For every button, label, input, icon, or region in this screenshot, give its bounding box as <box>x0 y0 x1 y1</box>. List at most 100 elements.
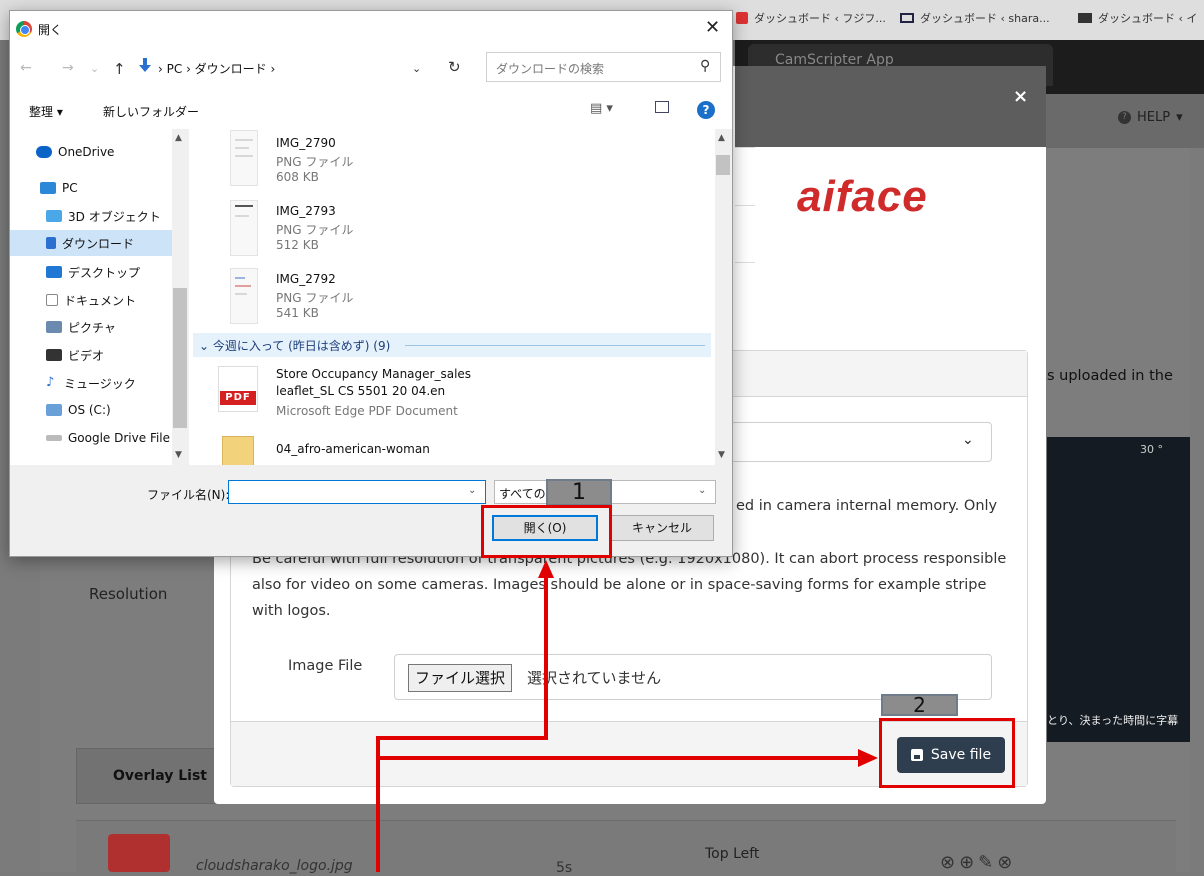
help-menu[interactable]: ? HELP ▾ <box>1118 110 1183 125</box>
video-icon <box>46 349 62 361</box>
dialog-close-button[interactable]: ✕ <box>705 17 720 38</box>
nav-item-onedrive[interactable]: OneDrive <box>10 139 172 165</box>
nav-item-documents[interactable]: ドキュメント <box>10 287 172 313</box>
file-name: IMG_2790 <box>276 136 336 150</box>
refresh-icon[interactable]: ↻ <box>448 58 461 76</box>
download-arrow-icon <box>139 58 151 72</box>
file-name: IMG_2793 <box>276 204 336 218</box>
storage-note: ed in camera internal memory. Only <box>736 498 998 514</box>
scroll-up-icon[interactable]: ▲ <box>718 133 725 143</box>
cancel-button[interactable]: キャンセル <box>610 515 714 541</box>
file-size: 541 KB <box>276 306 319 320</box>
step-badge-1: 1 <box>546 479 612 506</box>
overlay-duration: 5s <box>556 860 573 876</box>
nav-item-label: ピクチャ <box>68 320 116 335</box>
storage-select[interactable] <box>730 422 992 462</box>
chevron-down-icon[interactable]: ⌄ <box>468 485 476 496</box>
overlay-action-icons[interactable]: ⊗⊕✎⊗ <box>940 852 1016 873</box>
modal-close-button[interactable]: × <box>1013 86 1028 107</box>
file-item-img-2790[interactable] <box>190 129 710 191</box>
nav-item-label: OS (C:) <box>68 403 111 417</box>
nav-item-videos[interactable]: ビデオ <box>10 342 172 368</box>
crown-icon <box>1078 13 1092 23</box>
file-list-scrollbar[interactable] <box>715 129 731 465</box>
file-size: 512 KB <box>276 238 319 252</box>
overlay-position: Top Left <box>705 846 760 862</box>
pc-icon <box>40 182 56 194</box>
up-folder-icon[interactable]: ↑ <box>113 60 126 78</box>
view-options-icon[interactable]: ▤ ▾ <box>590 101 613 116</box>
overlay-thumbnail <box>108 834 170 872</box>
file-name: IMG_2792 <box>276 272 336 286</box>
path-text: PC › ダウンロード › <box>166 62 276 76</box>
image-file-label: Image File <box>288 658 363 674</box>
file-size: 608 KB <box>276 170 319 184</box>
help-label: HELP <box>1137 110 1171 125</box>
navigation-pane: OneDrive PC 3D オブジェクト ダウンロード デスクトップ ドキュメ… <box>10 129 188 465</box>
connector-line <box>376 756 860 760</box>
browser-tab[interactable]: ダッシュボード ‹ shara... <box>900 8 1050 28</box>
scroll-up-icon[interactable]: ▲ <box>175 133 182 143</box>
address-dropdown-icon[interactable]: ⌄ <box>412 62 421 75</box>
browser-tab-label: ダッシュボード ‹ イ <box>1098 12 1198 25</box>
back-arrow-icon[interactable]: ← <box>20 60 32 76</box>
nav-scrollbar-thumb[interactable] <box>173 288 187 428</box>
path-separator: › <box>158 62 163 76</box>
chevron-down-icon: ⌄ <box>962 432 974 448</box>
file-list-scrollbar-thumb[interactable] <box>716 155 730 175</box>
nav-item-pictures[interactable]: ピクチャ <box>10 314 172 340</box>
cloud-icon <box>36 146 52 158</box>
camera-caption: とり、決まった時間に字幕 <box>1047 714 1179 727</box>
choose-file-button[interactable]: ファイル選択 <box>408 664 513 692</box>
scroll-down-icon[interactable]: ▼ <box>175 450 182 460</box>
divider <box>735 262 755 263</box>
forward-arrow-icon[interactable]: → <box>62 60 74 76</box>
nav-item-label: OneDrive <box>58 145 115 159</box>
nav-item-downloads[interactable]: ダウンロード <box>10 230 172 256</box>
nav-item-label: PC <box>62 181 78 195</box>
group-divider <box>405 345 705 346</box>
recent-locations-icon[interactable]: ⌄ <box>90 62 99 75</box>
help-icon[interactable]: ? <box>697 101 715 119</box>
highlight-open-button <box>481 505 612 558</box>
drive-icon <box>46 404 62 416</box>
nav-item-google-drive[interactable]: Google Drive File <box>10 425 172 451</box>
image-thumbnail <box>230 268 258 324</box>
nav-item-music[interactable]: ♪ ミュージック <box>10 370 172 396</box>
preview-pane-icon[interactable] <box>655 101 669 113</box>
file-item-zip[interactable] <box>190 430 710 464</box>
nav-item-label: デスクトップ <box>68 265 141 280</box>
file-name: leaflet_SL CS 5501 20 04.en <box>276 384 446 398</box>
browser-tab-label: ダッシュボード ‹ フジフ... <box>754 12 886 25</box>
nav-item-os-drive[interactable]: OS (C:) <box>10 397 172 423</box>
search-placeholder: ダウンロードの検索 <box>496 62 605 76</box>
organize-menu[interactable]: 整理 ▾ <box>29 103 63 120</box>
filename-input[interactable] <box>228 480 486 504</box>
nav-item-3d-objects[interactable]: 3D オブジェクト <box>10 203 172 229</box>
highlight-save-button <box>879 718 1015 788</box>
file-item-img-2793[interactable] <box>190 197 710 259</box>
file-name: Store Occupancy Manager_sales <box>276 367 472 381</box>
browser-tab[interactable]: ダッシュボード ‹ フジフ... <box>736 8 886 28</box>
file-item-img-2792[interactable] <box>190 265 710 327</box>
cube-icon <box>46 210 62 222</box>
nav-item-desktop[interactable]: デスクトップ <box>10 259 172 285</box>
new-folder-button[interactable]: 新しいフォルダー <box>103 103 199 120</box>
arrow-right-icon <box>858 749 878 767</box>
nav-item-label: ミュージック <box>64 376 136 391</box>
scroll-down-icon[interactable]: ▼ <box>718 450 725 460</box>
desktop-icon <box>46 266 62 278</box>
file-type: PNG ファイル <box>276 155 354 169</box>
divider <box>735 147 755 148</box>
divider <box>735 205 755 206</box>
address-path: › PC › ダウンロード › <box>158 60 275 77</box>
pdf-badge: PDF <box>220 391 256 405</box>
chevron-down-icon: ⌄ <box>698 485 707 496</box>
image-thumbnail <box>230 130 258 186</box>
nav-item-pc[interactable]: PC <box>10 175 172 201</box>
nav-item-label: Google Drive File <box>68 431 171 445</box>
download-arrow-icon <box>46 237 56 249</box>
connector-line <box>544 576 548 738</box>
uploaded-note: s uploaded in the <box>1047 368 1173 384</box>
browser-tab[interactable]: ダッシュボード ‹ イ <box>1078 8 1197 28</box>
